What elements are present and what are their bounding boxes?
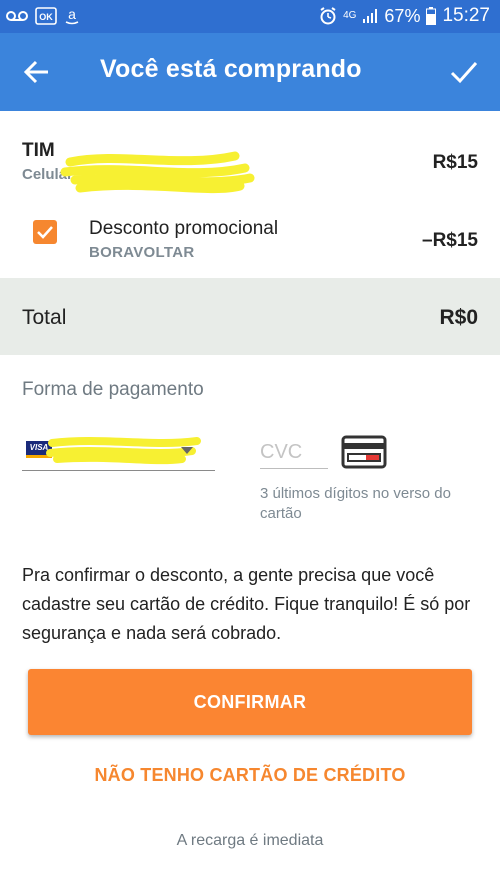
back-button[interactable] xyxy=(22,58,54,86)
info-text: Pra confirmar o desconto, a gente precis… xyxy=(22,565,471,643)
discount-title: Desconto promocional xyxy=(89,218,279,239)
signal-icon xyxy=(363,9,378,23)
footer-note: A recarga é imediata xyxy=(176,832,324,849)
app-bar: Você está comprando xyxy=(0,33,500,111)
total-value: R$0 xyxy=(439,306,478,329)
battery-icon xyxy=(426,7,437,25)
redaction-scribble xyxy=(60,151,255,194)
amazon-icon: a xyxy=(65,6,79,25)
card-dropdown[interactable]: VISA xyxy=(22,433,215,471)
credit-card-back-icon xyxy=(341,435,387,469)
confirm-button[interactable]: CONFIRMAR xyxy=(28,669,472,735)
caret-down-icon xyxy=(181,447,193,454)
payment-section-title: Forma de pagamento xyxy=(22,379,204,400)
discount-price: –R$15 xyxy=(422,230,478,251)
total-bar: Total R$0 xyxy=(0,278,500,355)
cvc-input[interactable] xyxy=(260,436,328,469)
no-card-button[interactable]: NÃO TENHO CARTÃO DE CRÉDITO xyxy=(0,765,500,786)
alarm-icon xyxy=(320,7,336,25)
status-left-icons: OK a xyxy=(6,5,80,27)
svg-text:OK: OK xyxy=(39,12,53,22)
operator-name: TIM xyxy=(22,140,55,161)
page-title: Você está comprando xyxy=(100,55,362,83)
status-bar: OK a 4G 67% 15:27 xyxy=(0,0,500,33)
check-icon xyxy=(450,62,478,84)
discount-code: BORAVOLTAR xyxy=(89,244,195,261)
svg-text:a: a xyxy=(68,6,76,22)
recharge-price: R$15 xyxy=(432,152,478,173)
cvc-help-text: 3 últimos dígitos no verso do cartão xyxy=(260,485,451,522)
clock: 15:27 xyxy=(442,5,490,26)
arrow-left-icon xyxy=(23,60,48,84)
confirm-check-button[interactable] xyxy=(448,58,480,86)
discount-checkbox[interactable] xyxy=(33,220,57,244)
voicemail-icon xyxy=(6,11,28,21)
checkmark-icon xyxy=(37,226,53,239)
battery-percent: 67% xyxy=(384,5,421,26)
total-label: Total xyxy=(22,306,67,329)
network-type: 4G xyxy=(343,10,357,21)
ok-icon: OK xyxy=(35,7,57,25)
status-right: 4G 67% 15:27 xyxy=(319,5,490,27)
